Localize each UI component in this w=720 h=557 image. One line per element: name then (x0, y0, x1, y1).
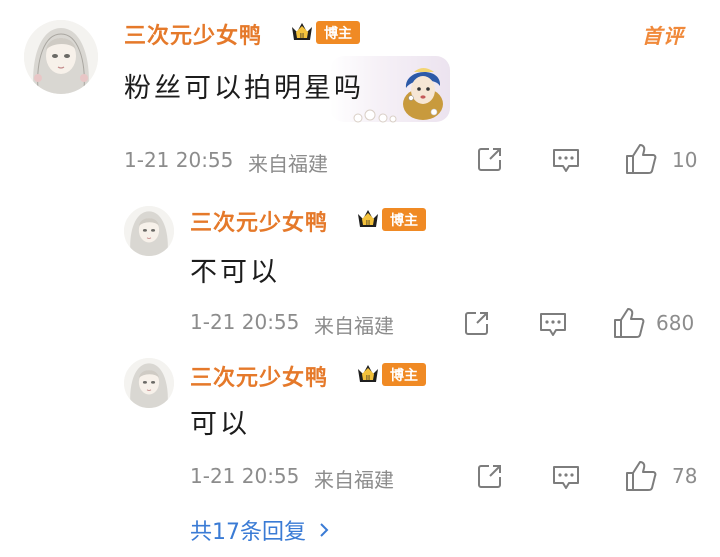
blogger-badge: 博主 (382, 208, 426, 231)
reply-location: 来自福建 (314, 468, 394, 492)
avatar-illustration (124, 358, 174, 408)
like-icon[interactable] (612, 306, 646, 340)
reply-avatar[interactable] (124, 358, 174, 408)
author-name[interactable]: 三次元少女鸭 (124, 18, 262, 50)
like-icon[interactable] (624, 142, 658, 176)
girl-with-pearl-earring-sticker (403, 68, 443, 120)
reply-text: 不可以 (190, 257, 280, 288)
avatar-illustration (124, 206, 174, 256)
reply-location: 来自福建 (314, 314, 394, 338)
reply-text: 可以 (190, 409, 250, 440)
pearls-decoration-icon (353, 109, 397, 123)
avatar[interactable] (24, 20, 98, 94)
chevron-right-icon (320, 523, 329, 537)
more-replies-link[interactable]: 共17条回复 (190, 514, 334, 546)
comment-time: 1-21 20:55 (124, 148, 234, 172)
vip-crown-icon: II (358, 365, 378, 382)
like-count: 680 (656, 311, 695, 335)
reply-author-name[interactable]: 三次元少女鸭 (190, 360, 328, 392)
comment-text: 粉丝可以拍明星吗 (124, 73, 364, 104)
blogger-badge: 博主 (382, 363, 426, 386)
svg-text:II: II (366, 219, 370, 227)
svg-text:II: II (366, 374, 370, 382)
share-icon[interactable] (463, 309, 491, 337)
reply-avatar[interactable] (124, 206, 174, 256)
comment-icon[interactable] (551, 464, 581, 492)
comment-icon[interactable] (538, 311, 568, 339)
avatar-illustration (24, 20, 98, 94)
reply-author-name[interactable]: 三次元少女鸭 (190, 205, 328, 237)
reply-time: 1-21 20:55 (190, 310, 300, 334)
comment-icon[interactable] (551, 147, 581, 175)
share-icon[interactable] (476, 462, 504, 490)
like-count: 10 (672, 148, 698, 172)
reply-time: 1-21 20:55 (190, 464, 300, 488)
vip-crown-icon: II (292, 23, 312, 40)
comment-location: 来自福建 (248, 152, 328, 176)
like-count: 78 (672, 464, 698, 488)
more-replies-label: 共17条回复 (190, 520, 306, 545)
share-icon[interactable] (476, 145, 504, 173)
blogger-badge: 博主 (316, 21, 360, 44)
first-comment-badge: 首评 (642, 24, 684, 48)
svg-text:II: II (300, 32, 304, 40)
vip-crown-icon: II (358, 210, 378, 227)
like-icon[interactable] (624, 459, 658, 493)
